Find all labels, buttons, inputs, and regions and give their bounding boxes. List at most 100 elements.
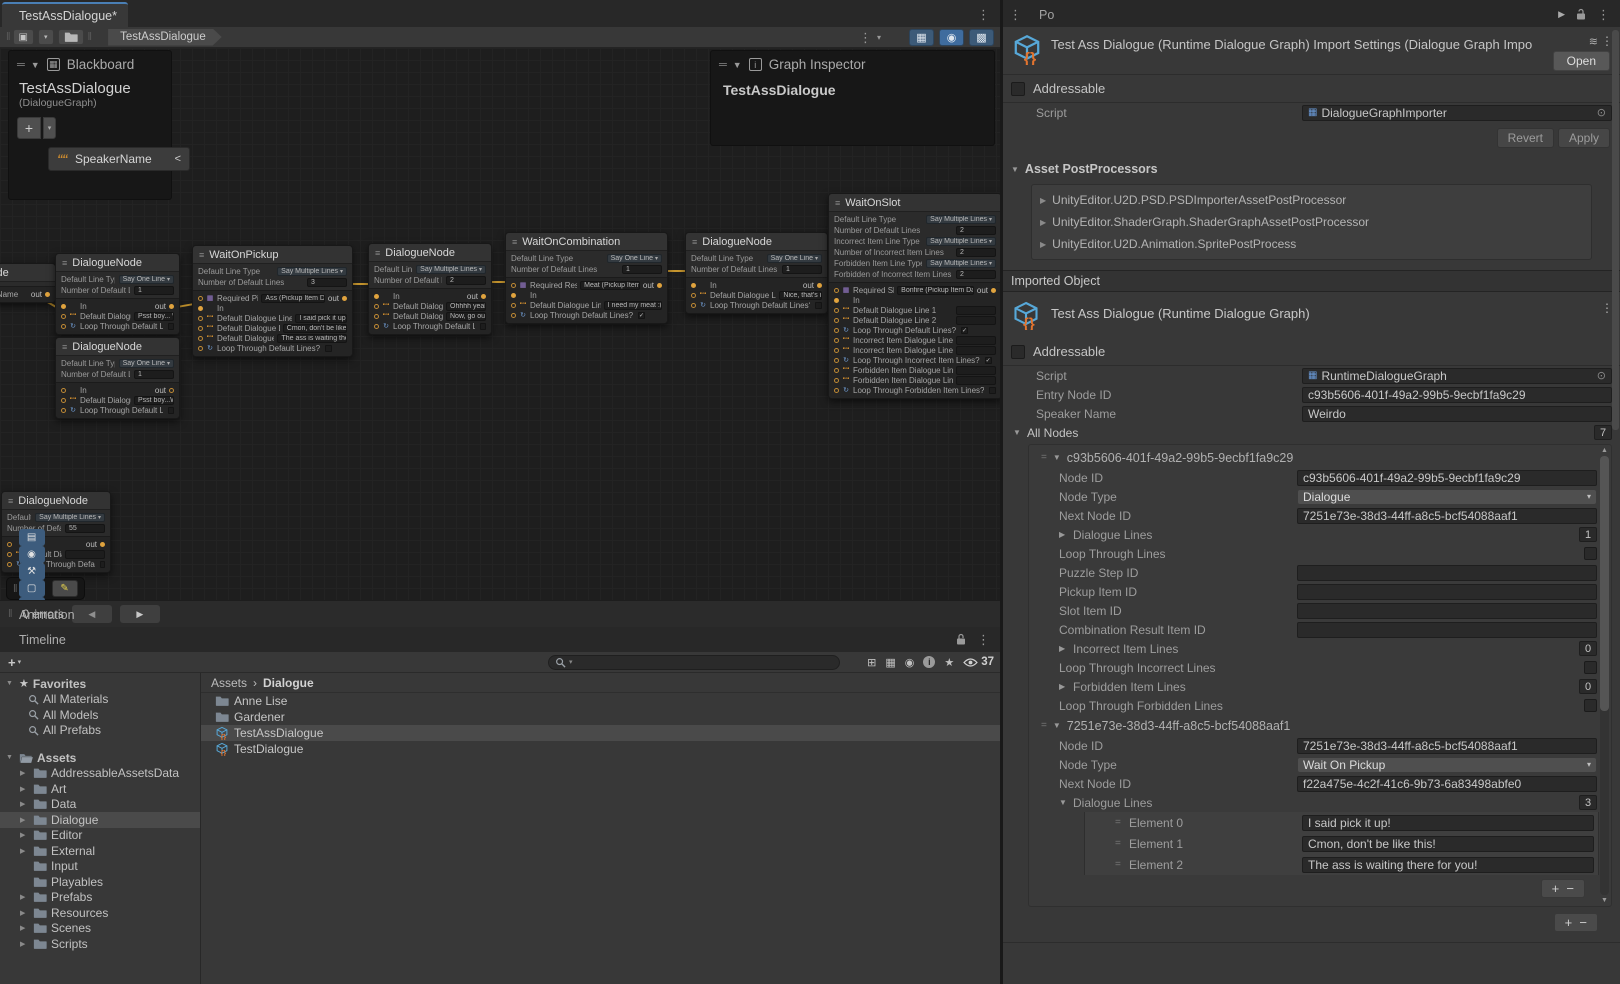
favorites-item[interactable]: All Prefabs — [0, 723, 200, 739]
node-field-dropdown[interactable]: Say One Line ▾ — [767, 254, 822, 263]
port-checkbox[interactable] — [168, 323, 174, 330]
input-port-dot[interactable] — [834, 368, 839, 373]
node-field-dropdown[interactable]: Say Multiple Lines ▾ — [926, 259, 996, 268]
drag-handle-icon[interactable]: = — [1041, 452, 1047, 463]
output-port[interactable]: out — [643, 281, 662, 290]
breadcrumb-current[interactable]: Dialogue — [263, 676, 314, 690]
node-port-row[interactable]: Incorrect Item Dialogue Line 1 ⊙ — [829, 335, 1000, 345]
node-collapse-icon[interactable]: ≡ — [199, 250, 204, 260]
tab-overflow-arrow[interactable]: ▶ — [1558, 9, 1565, 20]
port-value-input[interactable]: ⊙ — [956, 376, 996, 385]
node-port-row[interactable]: In ⊙ out — [56, 301, 179, 311]
node-port-row[interactable]: Loop Through Default Lines? ⊙ — [369, 321, 491, 331]
tree-folder-item[interactable]: ▶ Editor — [0, 828, 200, 844]
foldout-arrow-icon[interactable]: ▼ — [1059, 798, 1069, 807]
node-port-row[interactable]: Loop Through Default Lines? ⊙ — [56, 405, 179, 415]
tree-folder-item[interactable]: ▶ External — [0, 843, 200, 859]
node-field-input[interactable]: 1 — [622, 265, 662, 274]
expand-arrow-icon[interactable]: ▶ — [20, 847, 29, 855]
toolbar-handle[interactable]: ‖ — [6, 31, 9, 43]
drag-handle-icon[interactable]: = — [1115, 817, 1125, 828]
graph-tool-button[interactable] — [19, 580, 45, 597]
addressable-checkbox[interactable] — [1011, 345, 1025, 359]
input-port-dot[interactable] — [198, 346, 203, 351]
expand-arrow-icon[interactable]: ▶ — [20, 831, 29, 839]
node-title-bar[interactable]: ≡ WaitOnSlot — [829, 194, 1000, 212]
node-field-input[interactable]: 1 — [134, 370, 174, 379]
dock-tab[interactable]: Timeline — [0, 627, 152, 652]
port-value-input[interactable]: I need my meat :( ⊙ — [604, 301, 662, 310]
node-collapse-icon[interactable]: ≡ — [62, 342, 67, 352]
collapse-chevron-icon[interactable]: ▼ — [733, 60, 742, 70]
input-port-dot[interactable] — [511, 293, 516, 298]
port-value-input[interactable]: ⊙ — [956, 366, 996, 375]
node-collapse-icon[interactable]: ≡ — [692, 237, 697, 247]
graph-node[interactable]: ≡ WaitOnSlot Default Line Type Say Multi… — [828, 193, 1000, 399]
node-property-checkbox[interactable] — [1584, 661, 1597, 674]
input-port-dot[interactable] — [511, 313, 516, 318]
input-port-dot[interactable] — [198, 326, 203, 331]
port-checkbox[interactable] — [325, 345, 332, 352]
array-size-badge[interactable]: 0 — [1579, 679, 1597, 694]
graph-tool-button[interactable] — [19, 546, 45, 563]
input-port-dot[interactable] — [511, 303, 516, 308]
node-title-bar[interactable]: ≡ DialogueNode — [2, 492, 110, 510]
show-in-project-button[interactable] — [58, 29, 84, 45]
add-variable-button[interactable]: + — [17, 117, 41, 139]
input-port-dot[interactable] — [834, 348, 839, 353]
addressable-checkbox[interactable] — [1011, 82, 1025, 96]
search-save-icon[interactable]: ◉ — [905, 656, 915, 669]
output-port-dot[interactable] — [45, 292, 50, 297]
minimap-toggle-button[interactable]: ▦ — [909, 29, 934, 46]
expand-arrow-icon[interactable]: ▶ — [20, 785, 29, 793]
breadcrumb[interactable]: TestAssDialogue — [108, 29, 222, 46]
input-port-dot[interactable] — [7, 542, 12, 547]
favorites-item[interactable]: All Materials — [0, 692, 200, 708]
collapse-chevron-icon[interactable]: ▼ — [31, 60, 40, 70]
node-port-row[interactable]: Incorrect Item Dialogue Line 2 ⊙ — [829, 345, 1000, 355]
blackboard-header[interactable]: ═ ▼ ▦ Blackboard — [9, 51, 171, 76]
port-value-input[interactable]: Psst boy...W ⊙ — [134, 396, 174, 405]
node-entry-header[interactable]: = ▼ 7251e73e-38d3-44ff-a8c5-bcf54088aaf1 — [1029, 715, 1599, 736]
node-field-input[interactable]: 2 — [446, 276, 486, 285]
input-port-dot[interactable] — [374, 294, 379, 299]
all-nodes-row[interactable]: ▼ All Nodes 7 — [1003, 423, 1620, 442]
node-collapse-icon[interactable]: ≡ — [512, 237, 517, 247]
toolbar-handle[interactable]: ‖ — [13, 583, 16, 595]
file-row[interactable]: {} TestDialogue — [201, 741, 1000, 757]
apply-button[interactable]: Apply — [1558, 128, 1610, 148]
node-property-field[interactable]: f22a475e-4c2f-41c6-9b73-6a83498abfe0 — [1297, 776, 1597, 792]
expand-arrow-icon[interactable]: ▶ — [20, 769, 29, 777]
assets-root[interactable]: ▼ Assets — [0, 750, 200, 766]
node-field-dropdown[interactable]: Say Multiple Lines ▾ — [926, 237, 996, 246]
tree-folder-item[interactable]: ▶ Dialogue — [0, 812, 200, 828]
input-port-dot[interactable] — [834, 328, 839, 333]
node-property-field[interactable]: The ass is waiting there for you! — [1302, 857, 1594, 873]
foldout-arrow-icon[interactable]: ▼ — [1053, 453, 1061, 462]
output-port-dot[interactable] — [100, 542, 105, 547]
node-port-row[interactable]: Forbidden Item Dialogue Line 2 ⊙ — [829, 375, 1000, 385]
expand-arrow-icon[interactable]: ▶ — [20, 924, 29, 932]
port-value-input[interactable]: Ohhhh yeah, ⊙ — [446, 302, 486, 311]
drag-handle-icon[interactable]: ═ — [719, 59, 726, 71]
output-port[interactable]: out — [467, 292, 486, 301]
input-port-dot[interactable] — [61, 398, 66, 403]
foldout-arrow-icon[interactable]: ▶ — [1059, 644, 1069, 653]
input-port-dot[interactable] — [61, 314, 66, 319]
filter-info-icon[interactable] — [923, 656, 935, 668]
port-value-input[interactable]: ⊙ — [956, 306, 996, 315]
save-button[interactable]: ▣ — [13, 29, 34, 45]
search-filter-caret[interactable]: ▾ — [569, 658, 573, 666]
edit-graph-button[interactable] — [52, 580, 78, 597]
expand-arrow-icon[interactable]: ▶ — [20, 940, 29, 948]
output-port[interactable]: out — [328, 294, 347, 303]
port-value-input[interactable]: I said pick it up! ⊙ — [295, 314, 347, 323]
node-port-row[interactable]: Default Dialogue Line 3 The ass is waiti… — [193, 333, 352, 343]
port-checkbox[interactable] — [638, 312, 645, 319]
input-port-dot[interactable] — [198, 336, 203, 341]
output-port-dot[interactable] — [342, 296, 347, 301]
node-property-field[interactable]: I said pick it up! — [1302, 815, 1594, 831]
output-port-dot[interactable] — [481, 294, 486, 299]
dock-handle-icon[interactable]: ⋮ — [1009, 8, 1022, 21]
graph-inspector-header[interactable]: ═ ▼ i Graph Inspector — [711, 51, 994, 76]
